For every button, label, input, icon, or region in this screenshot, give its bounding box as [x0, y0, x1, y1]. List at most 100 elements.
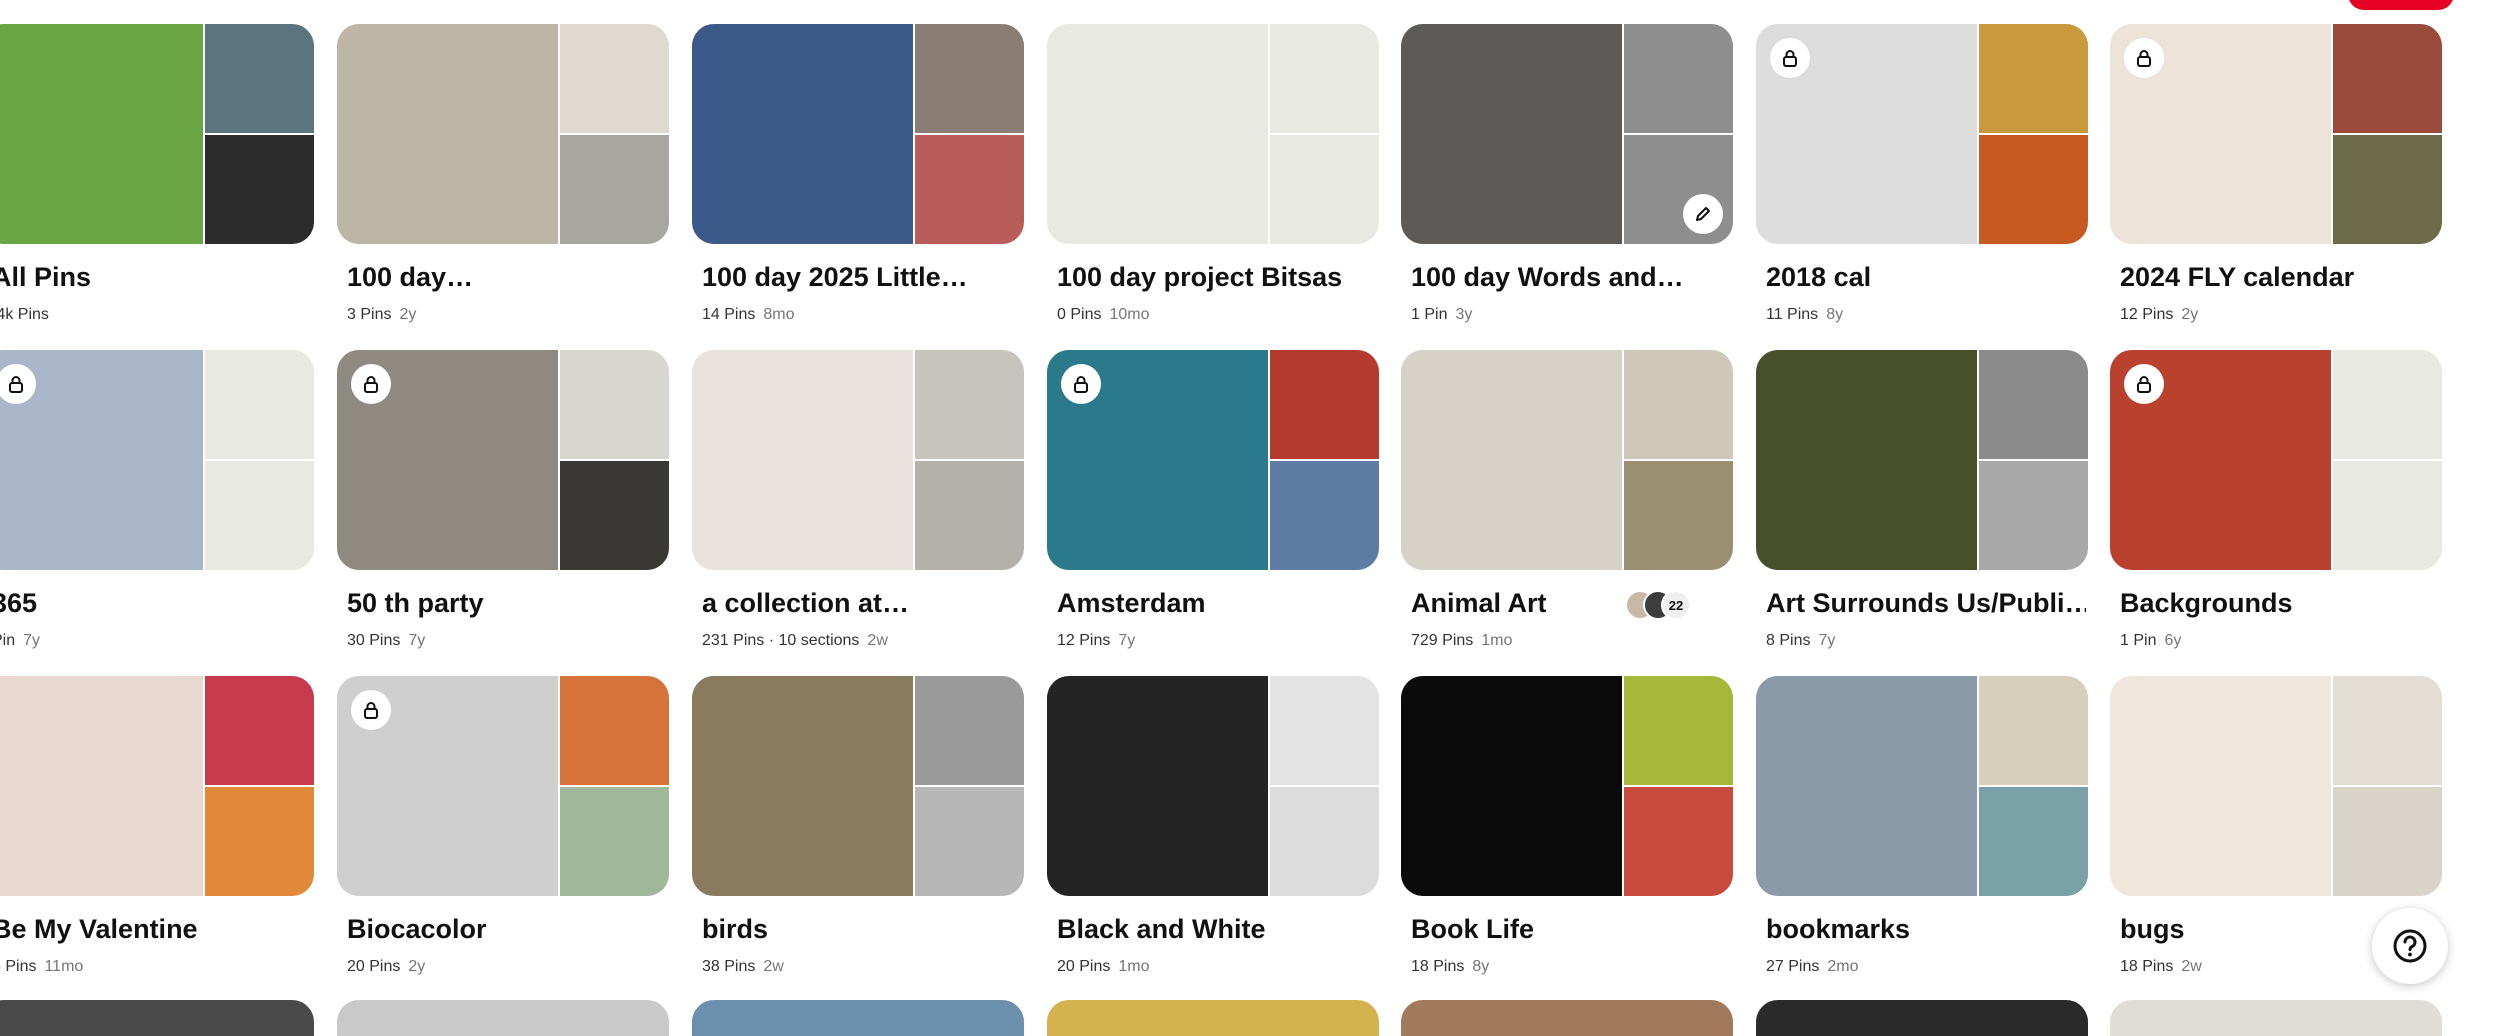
board-title[interactable]: 2024 FLY calendar	[2120, 260, 2440, 294]
board-meta: 3 Pins 2y	[347, 305, 416, 325]
board-title[interactable]: 100 day project Bitsas	[1057, 260, 1377, 294]
board-card[interactable]: Book Life 18 Pins 8y	[1401, 676, 1733, 994]
lock-icon	[2124, 364, 2164, 404]
help-button[interactable]	[2372, 908, 2448, 984]
cover-divider	[1270, 133, 1379, 135]
board-card[interactable]: 2018 cal 11 Pins 8y	[1756, 24, 2088, 342]
cover-divider	[1624, 785, 1733, 787]
board-age: 7y	[1118, 632, 1136, 649]
board-title[interactable]: 2018 cal	[1766, 260, 2086, 294]
cover-main-image	[692, 676, 913, 896]
board-title[interactable]: 365	[0, 586, 312, 620]
board-meta: 18 Pins 2w	[2120, 957, 2202, 977]
cover-main-image	[337, 24, 558, 244]
board-cover-peek[interactable]	[1047, 1000, 1379, 1036]
board-card[interactable]: birds 38 Pins 2w	[692, 676, 1024, 994]
board-cover[interactable]	[2110, 24, 2442, 244]
board-title[interactable]: 100 day…	[347, 260, 667, 294]
board-title[interactable]: birds	[702, 912, 1022, 946]
board-cover[interactable]	[2110, 350, 2442, 570]
board-title[interactable]: Amsterdam	[1057, 586, 1377, 620]
cover-side-image	[1624, 350, 1733, 459]
board-card[interactable]: Biocacolor 20 Pins 2y	[337, 676, 669, 994]
board-card[interactable]: Backgrounds 1 Pin 6y	[2110, 350, 2442, 668]
board-cover[interactable]	[1401, 676, 1733, 896]
cover-side-image	[2333, 135, 2442, 244]
board-title[interactable]: Backgrounds	[2120, 586, 2440, 620]
board-cover[interactable]	[1756, 676, 2088, 896]
pin-count: 38 Pins	[702, 958, 756, 975]
board-cover-peek[interactable]	[1401, 1000, 1733, 1036]
board-title[interactable]: bookmarks	[1766, 912, 2086, 946]
cover-divider	[205, 459, 314, 461]
cover-side-image	[205, 350, 314, 459]
pin-count: 27 Pins	[1766, 958, 1820, 975]
collaborators[interactable]: 22	[1625, 590, 1705, 620]
board-card[interactable]: Amsterdam 12 Pins 7y	[1047, 350, 1379, 668]
board-cover[interactable]	[1756, 24, 2088, 244]
board-cover[interactable]	[337, 676, 669, 896]
board-card[interactable]: bookmarks 27 Pins 2mo	[1756, 676, 2088, 994]
board-cover-peek[interactable]	[1756, 1000, 2088, 1036]
board-title[interactable]: Art Surrounds Us/Publi…	[1766, 586, 2086, 620]
board-cover[interactable]	[1756, 350, 2088, 570]
board-cover[interactable]	[692, 350, 1024, 570]
board-title[interactable]: Black and White	[1057, 912, 1377, 946]
board-card[interactable]: Art Surrounds Us/Publi… 8 Pins 7y	[1756, 350, 2088, 668]
board-card[interactable]: All Pins .4k Pins	[0, 24, 314, 342]
board-cover[interactable]	[2110, 676, 2442, 896]
board-meta: 20 Pins 2y	[347, 957, 425, 977]
board-cover-peek[interactable]	[337, 1000, 669, 1036]
board-title[interactable]: 50 th party	[347, 586, 667, 620]
board-title[interactable]: a collection at…	[702, 586, 1022, 620]
board-card[interactable]: 100 day 2025 Little… 14 Pins 8mo	[692, 24, 1024, 342]
board-card[interactable]: 100 day… 3 Pins 2y	[337, 24, 669, 342]
board-cover[interactable]	[1047, 350, 1379, 570]
board-cover-peek[interactable]	[0, 1000, 314, 1036]
board-cover[interactable]	[0, 676, 314, 896]
cover-main-image	[1756, 350, 1977, 570]
board-age: 2w	[2181, 958, 2202, 975]
board-card[interactable]: Black and White 20 Pins 1mo	[1047, 676, 1379, 994]
board-card[interactable]: Be My Valentine 5 Pins 11mo	[0, 676, 314, 994]
pin-count: 20 Pins	[1057, 958, 1111, 975]
cover-main-image	[1756, 676, 1977, 896]
board-title[interactable]: Book Life	[1411, 912, 1731, 946]
board-card[interactable]: 365 Pin 7y	[0, 350, 314, 668]
board-age: 2w	[763, 958, 784, 975]
board-title[interactable]: 100 day 2025 Little…	[702, 260, 1022, 294]
cover-side-image	[2333, 787, 2442, 896]
board-cover[interactable]	[0, 24, 314, 244]
board-cover[interactable]	[1401, 350, 1733, 570]
board-cover[interactable]	[692, 676, 1024, 896]
board-cover[interactable]	[1047, 24, 1379, 244]
cover-main-image	[1401, 24, 1622, 244]
board-cover[interactable]	[692, 24, 1024, 244]
cover-side-image	[1270, 461, 1379, 570]
board-cover-peek[interactable]	[2110, 1000, 2442, 1036]
collaborator-count: 22	[1661, 590, 1691, 620]
board-cover[interactable]	[0, 350, 314, 570]
board-title[interactable]: Be My Valentine	[0, 912, 312, 946]
board-card[interactable]: 100 day Words and… 1 Pin 3y	[1401, 24, 1733, 342]
edit-board-button[interactable]	[1683, 194, 1723, 234]
board-cover[interactable]	[1047, 676, 1379, 896]
board-card[interactable]: 2024 FLY calendar 12 Pins 2y	[2110, 24, 2442, 342]
cover-side-image	[1270, 787, 1379, 896]
cover-side-image	[1979, 676, 2088, 785]
board-title[interactable]: All Pins	[0, 260, 312, 294]
board-card[interactable]: a collection at… 231 Pins · 10 sections 2w	[692, 350, 1024, 668]
cover-side-image	[560, 676, 669, 785]
board-meta: 27 Pins 2mo	[1766, 957, 1859, 977]
board-cover[interactable]	[1401, 24, 1733, 244]
board-title[interactable]: Biocacolor	[347, 912, 667, 946]
board-card[interactable]: 50 th party 30 Pins 7y	[337, 350, 669, 668]
board-title[interactable]: 100 day Words and…	[1411, 260, 1731, 294]
board-cover-peek[interactable]	[692, 1000, 1024, 1036]
board-age: 6y	[2164, 632, 2182, 649]
board-cover[interactable]	[337, 24, 669, 244]
board-card[interactable]: Animal Art 729 Pins 1mo 22	[1401, 350, 1733, 668]
board-card[interactable]: 100 day project Bitsas 0 Pins 10mo	[1047, 24, 1379, 342]
cover-side-image	[560, 350, 669, 459]
board-cover[interactable]	[337, 350, 669, 570]
